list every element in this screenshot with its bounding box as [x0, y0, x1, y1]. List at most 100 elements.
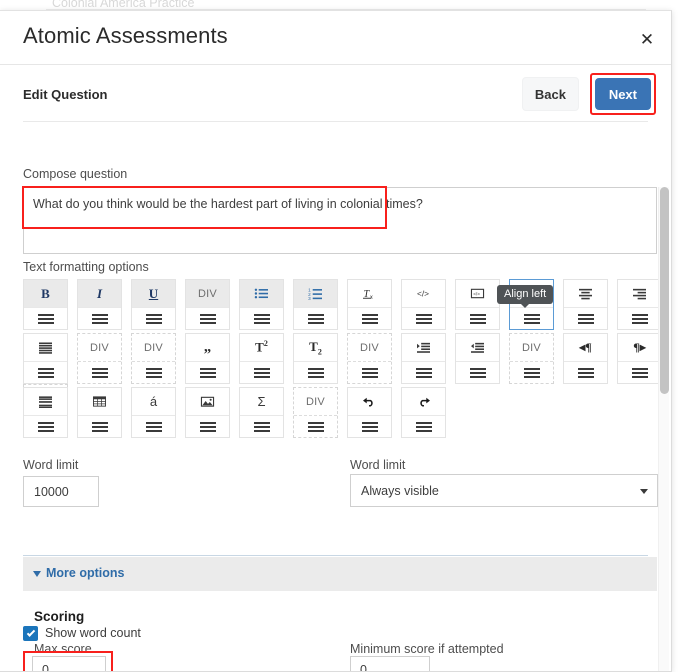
pilcrow-ltr-icon: ¶▸ [618, 334, 661, 362]
toolbar-button-menu[interactable] [24, 417, 67, 437]
italic-button[interactable]: I [77, 279, 122, 330]
div-button[interactable]: DIV [509, 333, 554, 384]
toolbar-button-menu[interactable] [402, 363, 445, 383]
toolbar-button-menu[interactable] [294, 417, 337, 437]
glyph-label: DIV [186, 280, 229, 308]
toolbar-button-menu[interactable] [510, 309, 553, 329]
scoring-section-title: Scoring [34, 609, 85, 624]
undo-button[interactable] [347, 387, 392, 438]
sigma-icon: Σ [240, 388, 283, 416]
toolbar-button-menu[interactable] [564, 309, 607, 329]
redo-button[interactable] [401, 387, 446, 438]
toolbar-button-menu[interactable] [78, 417, 121, 437]
bold-button[interactable]: B [23, 279, 68, 330]
menu-lines-icon [469, 368, 486, 378]
toolbar-button-menu[interactable] [456, 309, 499, 329]
special-character-button[interactable]: á [131, 387, 176, 438]
align-center-button[interactable] [563, 279, 608, 330]
toolbar-button-menu[interactable] [564, 363, 607, 383]
ltr-direction-button[interactable]: ¶▸ [617, 333, 662, 384]
subscript-button[interactable]: T2 [293, 333, 338, 384]
unordered-list-button[interactable] [239, 279, 284, 330]
source-code-button[interactable]: </> [401, 279, 446, 330]
toolbar-button-menu[interactable] [618, 309, 661, 329]
menu-lines-icon [307, 314, 324, 324]
scrollbar-thumb[interactable] [660, 187, 669, 394]
toolbar-button-menu[interactable] [402, 417, 445, 437]
menu-lines-icon [199, 368, 216, 378]
menu-lines-icon [415, 422, 432, 432]
ordered-list-button[interactable]: 123 [293, 279, 338, 330]
horizontal-rule-button[interactable] [23, 387, 68, 438]
back-button[interactable]: Back [521, 77, 579, 111]
clear-formatting-button[interactable]: Tx [347, 279, 392, 330]
toolbar-button-menu[interactable] [240, 309, 283, 329]
word-limit-input[interactable] [23, 476, 99, 507]
align-right-button[interactable] [617, 279, 662, 330]
superscript-button[interactable]: T2 [239, 333, 284, 384]
toolbar-button-menu[interactable] [186, 417, 229, 437]
glyph-text: I [96, 285, 103, 301]
list-ul-icon [240, 280, 283, 308]
menu-lines-icon [415, 314, 432, 324]
div-button[interactable]: DIV [347, 333, 392, 384]
toolbar-button-menu[interactable] [132, 417, 175, 437]
menu-lines-icon [307, 368, 324, 378]
toolbar-button-menu[interactable] [348, 363, 391, 383]
underline-button[interactable]: U [131, 279, 176, 330]
toolbar-button-menu[interactable] [132, 363, 175, 383]
menu-lines-icon [253, 368, 270, 378]
div-button[interactable]: DIV [293, 387, 338, 438]
blockquote-button[interactable]: „ [185, 333, 230, 384]
glyph-label: DIV [510, 334, 553, 362]
modal-subheader: Edit Question Back Next [0, 65, 671, 121]
toolbar-button-menu[interactable] [618, 363, 661, 383]
div-button[interactable]: DIV [185, 279, 230, 330]
minimum-score-input[interactable] [350, 656, 430, 671]
close-icon[interactable]: ✕ [635, 27, 659, 51]
menu-lines-icon [361, 368, 378, 378]
outdent-button[interactable] [455, 333, 500, 384]
toolbar-button-menu[interactable] [240, 363, 283, 383]
toolbar-button-menu[interactable] [132, 309, 175, 329]
list-ol-icon: 123 [294, 280, 337, 308]
toolbar-button-menu[interactable] [348, 417, 391, 437]
max-score-input[interactable] [32, 656, 106, 671]
toolbar-button-menu[interactable] [186, 363, 229, 383]
modal-header: Atomic Assessments ✕ [0, 11, 671, 65]
check-icon [26, 627, 35, 637]
more-options-toggle[interactable]: More options [23, 557, 657, 591]
toolbar-button-menu[interactable] [24, 309, 67, 329]
checkbox-box [23, 626, 38, 641]
glyph-text: DIV [306, 395, 325, 408]
image-icon [186, 388, 229, 416]
glyph-label: B [24, 280, 67, 308]
toolbar-button-menu[interactable] [78, 363, 121, 383]
toolbar-button-menu[interactable] [348, 309, 391, 329]
toolbar-button-menu[interactable] [402, 309, 445, 329]
toolbar-button-menu[interactable] [510, 363, 553, 383]
next-button[interactable]: Next [594, 78, 651, 110]
insert-formula-button[interactable]: Σ [239, 387, 284, 438]
div-button[interactable]: DIV [77, 333, 122, 384]
toolbar-button-menu[interactable] [294, 363, 337, 383]
toolbar-button-menu[interactable] [240, 417, 283, 437]
div-button[interactable]: DIV [131, 333, 176, 384]
toolbar-button-menu[interactable] [456, 363, 499, 383]
embed-button[interactable]: </> [455, 279, 500, 330]
menu-lines-icon [37, 368, 54, 378]
insert-table-button[interactable] [77, 387, 122, 438]
toolbar-button-menu[interactable] [294, 309, 337, 329]
align-justify-button[interactable] [23, 333, 68, 384]
menu-lines-icon [631, 314, 648, 324]
rtl-direction-button[interactable]: ◂¶ [563, 333, 608, 384]
word-limit-visibility-select[interactable]: Always visible [350, 474, 658, 507]
table-icon [78, 388, 121, 416]
indent-button[interactable] [401, 333, 446, 384]
insert-image-button[interactable] [185, 387, 230, 438]
toolbar-button-menu[interactable] [186, 309, 229, 329]
toolbar-button-menu[interactable] [24, 363, 67, 383]
compose-question-label: Compose question [23, 167, 128, 181]
vertical-scrollbar[interactable] [658, 187, 669, 671]
toolbar-button-menu[interactable] [78, 309, 121, 329]
